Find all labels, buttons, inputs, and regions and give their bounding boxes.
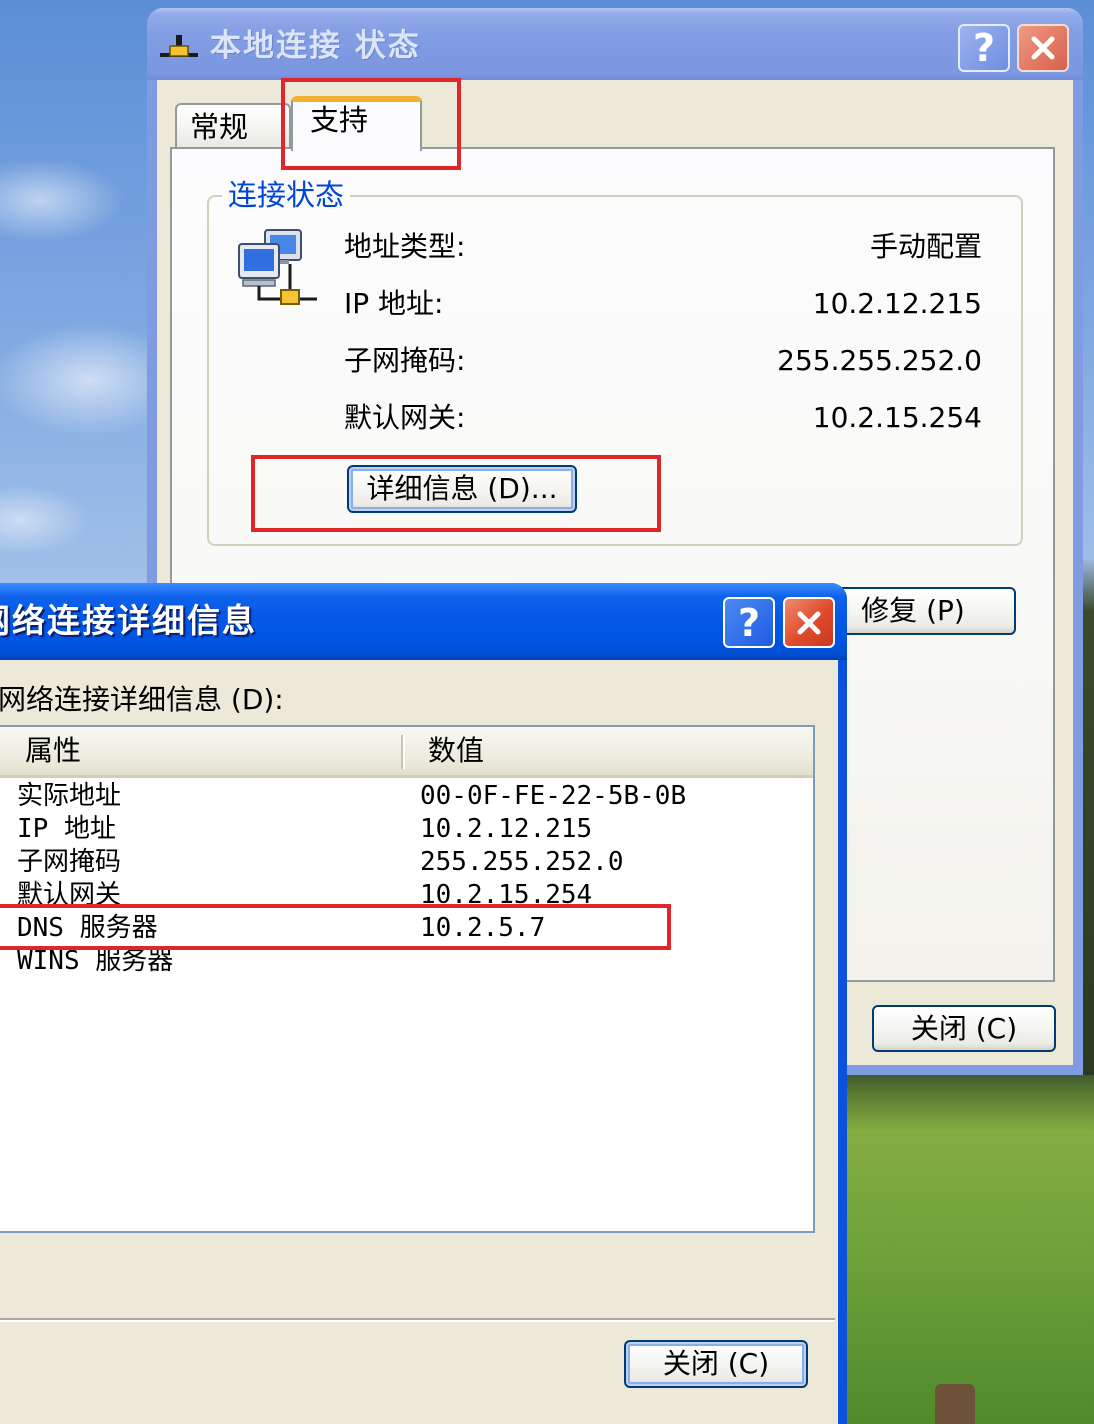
close-button[interactable]: 关闭 (C) xyxy=(872,1005,1056,1052)
close-button[interactable]: 关闭 (C) xyxy=(624,1340,808,1388)
status-row-default-gateway: 默认网关: 10.2.15.254 xyxy=(344,400,982,436)
close-icon xyxy=(797,611,821,634)
list-header: 属性 数值 xyxy=(0,727,813,778)
details-list[interactable]: 属性 数值 实际地址 00-0F-FE-22-5B-0B IP 地址 10.2.… xyxy=(0,725,815,1233)
status-window-titlebar[interactable]: 本地连接 状态 ? xyxy=(147,8,1083,80)
row-value: 255.255.252.0 xyxy=(420,847,624,877)
details-row-physical-address[interactable]: 实际地址 00-0F-FE-22-5B-0B xyxy=(0,780,813,813)
separator-line xyxy=(0,1318,835,1322)
details-list-label: 网络连接详细信息 (D): xyxy=(0,683,284,716)
annotation-box-support-tab xyxy=(281,78,461,170)
status-row-address-type: 地址类型: 手动配置 xyxy=(344,229,982,265)
wallpaper-trees xyxy=(1083,560,1094,1075)
help-icon: ? xyxy=(972,26,996,70)
status-row-label: 地址类型: xyxy=(344,230,466,263)
close-window-button[interactable] xyxy=(1017,24,1069,72)
status-row-value: 10.2.12.215 xyxy=(812,287,982,320)
help-icon: ? xyxy=(737,600,761,645)
status-row-label: 子网掩码: xyxy=(344,344,466,377)
row-value: 00-0F-FE-22-5B-0B xyxy=(420,781,687,811)
tab-general[interactable]: 常规 xyxy=(175,103,291,149)
close-window-button[interactable] xyxy=(783,597,835,648)
row-value: 10.2.12.215 xyxy=(420,814,593,844)
details-window: 网络连接详细信息 ? 网络连接详细信息 (D): 属性 数值 实际地址 00-0… xyxy=(0,583,847,1424)
network-connection-icon xyxy=(158,32,200,64)
wallpaper-grass xyxy=(846,1075,1094,1424)
help-button[interactable]: ? xyxy=(723,597,775,648)
status-row-label: IP 地址: xyxy=(344,287,444,320)
status-row-label: 默认网关: xyxy=(344,401,466,434)
status-row-subnet-mask: 子网掩码: 255.255.252.0 xyxy=(344,343,982,379)
annotation-box-details-button xyxy=(251,455,661,532)
details-row-ip-address[interactable]: IP 地址 10.2.12.215 xyxy=(0,813,813,846)
wallpaper-post xyxy=(935,1384,975,1424)
details-window-client: 网络连接详细信息 (D): 属性 数值 实际地址 00-0F-FE-22-5B-… xyxy=(0,660,838,1424)
column-header-value[interactable]: 数值 xyxy=(428,727,484,775)
details-window-titlebar[interactable]: 网络连接详细信息 ? xyxy=(0,583,847,660)
network-computers-icon xyxy=(235,228,320,315)
status-row-value: 10.2.15.254 xyxy=(812,401,982,434)
details-row-subnet-mask[interactable]: 子网掩码 255.255.252.0 xyxy=(0,846,813,879)
close-icon xyxy=(1031,36,1055,60)
column-divider[interactable] xyxy=(401,735,403,769)
column-header-property[interactable]: 属性 xyxy=(25,727,81,775)
window-title: 本地连接 状态 xyxy=(210,28,421,64)
status-row-value: 255.255.252.0 xyxy=(777,344,982,377)
row-property: 子网掩码 xyxy=(17,847,122,877)
annotation-box-dns-row xyxy=(0,904,671,950)
group-title: 连接状态 xyxy=(222,177,351,213)
help-button[interactable]: ? xyxy=(958,24,1010,72)
status-row-value: 手动配置 xyxy=(869,230,982,263)
status-row-ip-address: IP 地址: 10.2.12.215 xyxy=(344,286,982,322)
row-property: 实际地址 xyxy=(17,781,122,811)
window-title: 网络连接详细信息 xyxy=(0,601,257,640)
row-property: IP 地址 xyxy=(17,814,116,844)
